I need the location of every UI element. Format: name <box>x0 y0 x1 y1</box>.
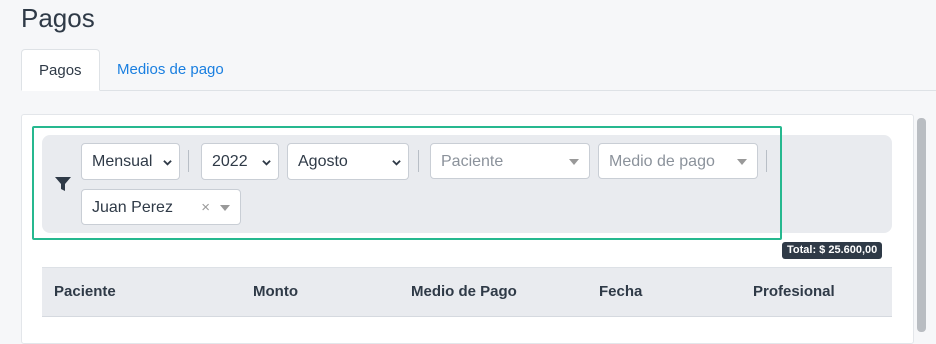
tab-medios-de-pago[interactable]: Medios de pago <box>100 49 241 91</box>
column-header-profesional[interactable]: Profesional <box>753 268 835 316</box>
column-header-medio-de-pago[interactable]: Medio de Pago <box>411 268 517 316</box>
column-header-monto[interactable]: Monto <box>253 268 298 316</box>
column-header-paciente[interactable]: Paciente <box>54 268 116 316</box>
table-header: Paciente Monto Medio de Pago Fecha Profe… <box>42 267 892 317</box>
tab-bar: Pagos Medios de pago <box>21 49 936 91</box>
tab-pagos[interactable]: Pagos <box>21 49 100 91</box>
total-badge: Total: $ 25.600,00 <box>782 242 883 259</box>
filter-highlight <box>32 126 782 240</box>
page-title: Pagos <box>21 3 95 33</box>
column-header-fecha[interactable]: Fecha <box>599 268 642 316</box>
scrollbar-thumb[interactable] <box>917 118 926 332</box>
